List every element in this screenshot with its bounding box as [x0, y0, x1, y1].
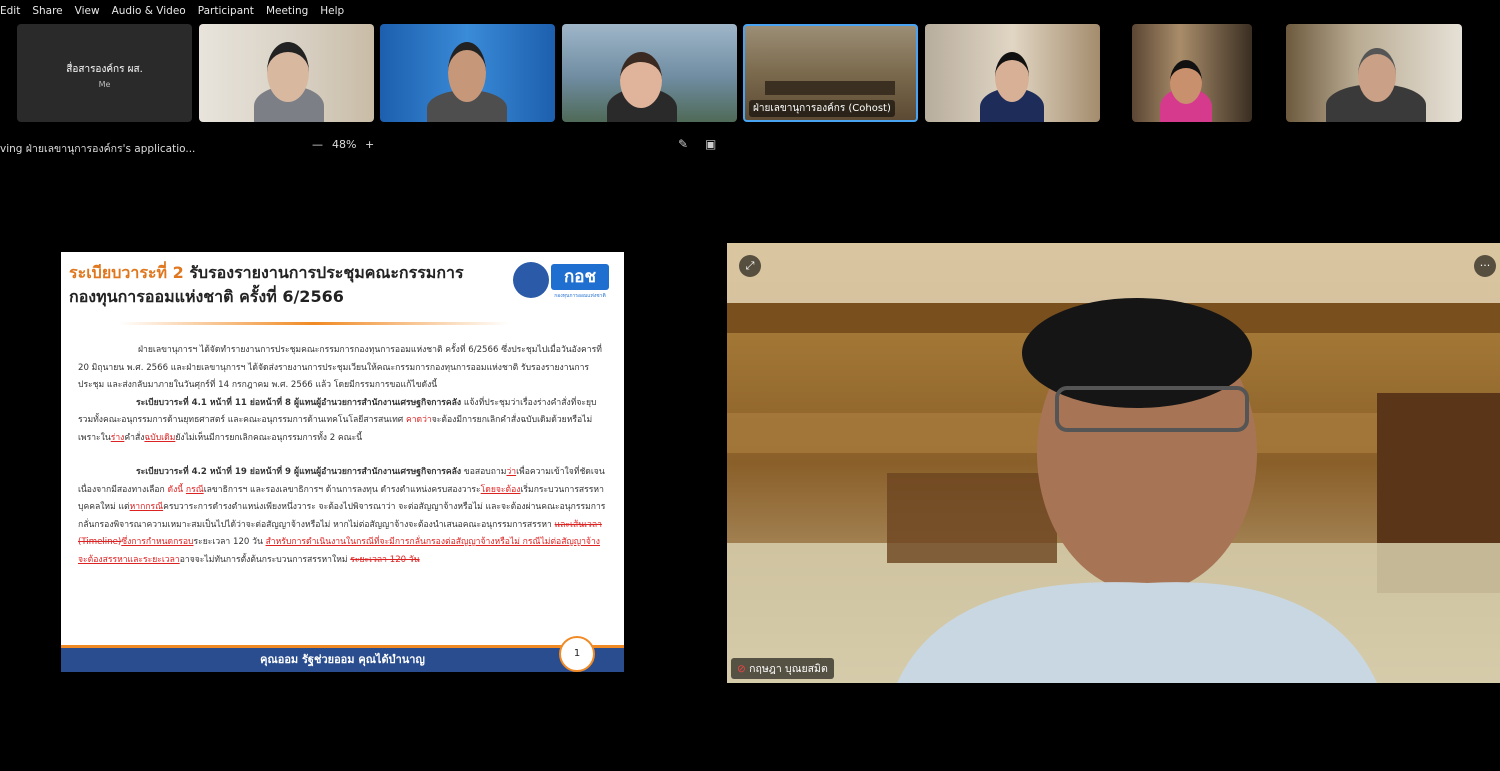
- participant-video: [620, 52, 662, 108]
- paragraph-red: คาดว่า: [405, 415, 432, 425]
- paragraph-text: อาจจะไม่ทันการตั้งต้นกระบวนการสรรหาใหม่: [179, 554, 351, 565]
- nsf-logo-subtitle: กองทุนการออมแห่งชาติ: [554, 293, 606, 299]
- participant-name: สื่อสารองค์กร ผส.: [66, 64, 143, 75]
- paragraph-text: ยังไม่เห็นมีการยกเลิกคณะอนุกรรมการทั้ง 2…: [175, 432, 363, 443]
- paragraph-red: ว่า: [506, 467, 517, 477]
- screen-share-bar: ving ฝ่ายเลขานุการองค์กร's applicatio...…: [0, 137, 730, 155]
- paragraph-red: หากกรณี: [129, 502, 164, 512]
- speaker-name-label: ⊘ กฤษฎา บุณยสมิต: [731, 658, 834, 679]
- slide-paragraph: ระเบียบวาระที่ 4.2 หน้าที่ 19 ย่อหน้าที่…: [78, 464, 608, 569]
- participant-tile[interactable]: [380, 24, 555, 122]
- ministry-seal-logo: [513, 262, 549, 298]
- menu-view[interactable]: View: [75, 5, 100, 17]
- zoom-out-button[interactable]: —: [312, 138, 323, 151]
- paragraph-bold: ระเบียบวาระที่ 4.1 หน้าที่ 11 ย่อหน้าที่…: [136, 397, 462, 408]
- active-speaker-video: [727, 243, 1500, 683]
- slide-agenda-label: ระเบียบวาระที่ 2: [69, 263, 184, 282]
- speaker-video-frame: [727, 243, 1500, 683]
- unpin-icon[interactable]: ⤢: [739, 255, 761, 277]
- zoom-in-button[interactable]: +: [365, 138, 374, 151]
- slide-footer: คุณออม รัฐช่วยออม คุณได้บำนาญ: [61, 645, 624, 672]
- participant-label: ฝ่ายเลขานุการองค์กร (Cohost): [749, 100, 895, 117]
- shared-slide: ระเบียบวาระที่ 2 รับรองรายงานการประชุมคณ…: [61, 252, 624, 672]
- paragraph-text: คำสั่ง: [124, 432, 145, 443]
- speaker-name: กฤษฎา บุณยสมิต: [749, 663, 828, 675]
- nsf-logo: กอช: [551, 264, 609, 290]
- participant-tile[interactable]: [199, 24, 374, 122]
- slide-heading: ระเบียบวาระที่ 2 รับรองรายงานการประชุมคณ…: [69, 261, 509, 309]
- participant-video: [765, 81, 895, 95]
- paragraph-red: ร่าง: [110, 432, 125, 443]
- paragraph-text: ขอสอบถาม: [461, 467, 507, 477]
- view-options-icon[interactable]: ▣: [705, 137, 716, 151]
- menu-audio-video[interactable]: Audio & Video: [112, 5, 186, 17]
- paragraph-text: ฝ่ายเลขานุการฯ ได้จัดทำรายงานการประชุมคณ…: [78, 345, 602, 390]
- paragraph-red: กรณี: [185, 484, 204, 495]
- participant-video: [267, 42, 309, 102]
- paragraph-text: ระยะเวลา 120 วัน: [193, 537, 266, 547]
- menu-participant[interactable]: Participant: [198, 5, 254, 17]
- participant-video: [448, 42, 486, 102]
- paragraph-red: โดยจะต้อง: [480, 484, 521, 495]
- participant-video: [1358, 48, 1396, 102]
- menu-meeting[interactable]: Meeting: [266, 5, 308, 17]
- menu-share[interactable]: Share: [32, 5, 62, 17]
- paragraph-red: ฉบับเดิม: [144, 432, 176, 443]
- slide-paragraph: ฝ่ายเลขานุการฯ ได้จัดทำรายงานการประชุมคณ…: [78, 342, 608, 395]
- menu-help[interactable]: Help: [320, 5, 344, 17]
- menu-edit[interactable]: Edit: [0, 5, 20, 17]
- paragraph-bold: ระเบียบวาระที่ 4.2 หน้าที่ 19 ย่อหน้าที่…: [136, 467, 462, 477]
- participant-video: [1170, 60, 1202, 104]
- slide-paragraph: ระเบียบวาระที่ 4.1 หน้าที่ 11 ย่อหน้าที่…: [78, 395, 608, 448]
- slide-body: ฝ่ายเลขานุการฯ ได้จัดทำรายงานการประชุมคณ…: [78, 342, 608, 569]
- participant-tile[interactable]: [562, 24, 737, 122]
- participant-tile-me[interactable]: สื่อสารองค์กร ผส. Me: [17, 24, 192, 122]
- zoom-level: 48%: [332, 138, 357, 151]
- more-options-icon[interactable]: ···: [1474, 255, 1496, 277]
- annotate-icon[interactable]: ✎: [678, 137, 688, 151]
- paragraph-red: ดังนี้: [167, 484, 184, 495]
- participant-tile[interactable]: [925, 24, 1100, 122]
- participant-video: [995, 52, 1029, 102]
- paragraph-red: ซึ่งการกำหนดกรอบ: [121, 537, 194, 547]
- participant-me-label: Me: [98, 80, 111, 89]
- slide-page-number: 1: [559, 636, 595, 672]
- participant-tile[interactable]: [1286, 24, 1462, 122]
- menu-bar: Edit Share View Audio & Video Participan…: [0, 0, 1500, 22]
- participant-tile[interactable]: [1132, 24, 1252, 122]
- share-title: ving ฝ่ายเลขานุการองค์กร's applicatio...: [0, 143, 196, 155]
- mic-muted-icon: ⊘: [737, 663, 750, 675]
- paragraph-strike: ระยะเวลา 120 วัน: [350, 554, 420, 565]
- participant-tile-cohost[interactable]: ฝ่ายเลขานุการองค์กร (Cohost): [743, 24, 918, 122]
- heading-divider: [119, 322, 509, 325]
- paragraph-text: เลขาธิการฯ และรองเลขาธิการฯ ด้านการลงทุน…: [203, 484, 481, 495]
